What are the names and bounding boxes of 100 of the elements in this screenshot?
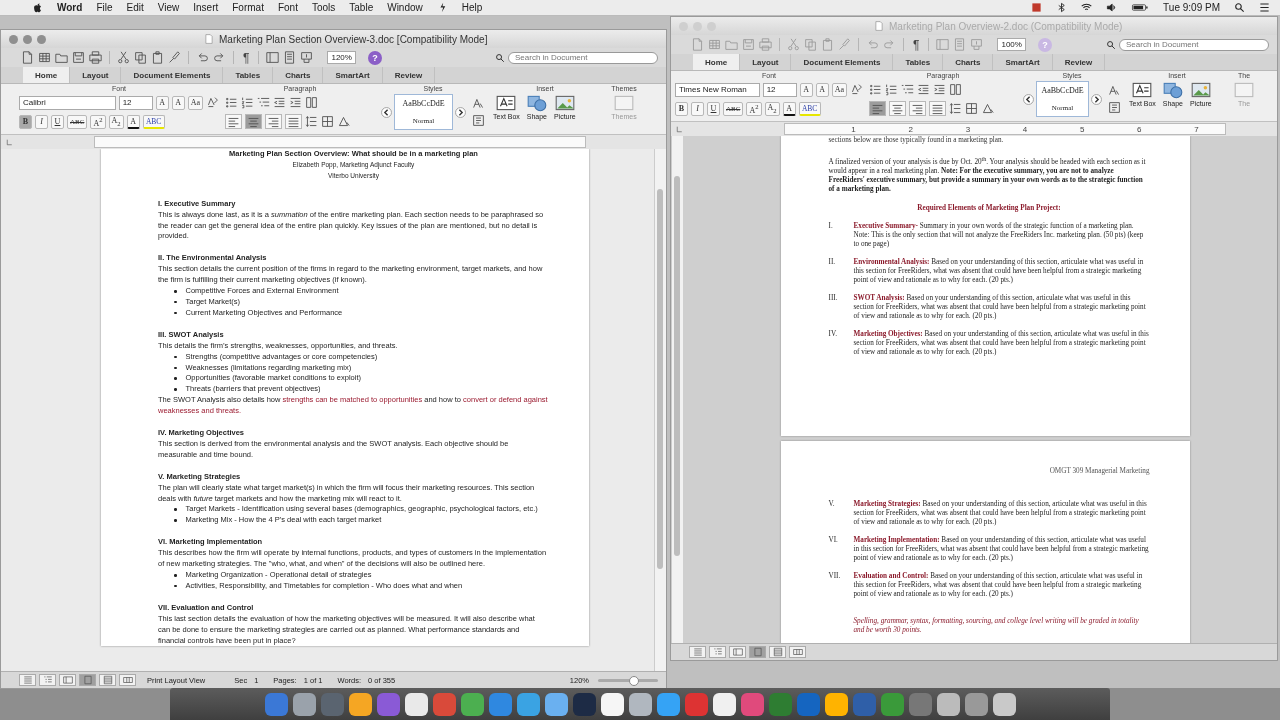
help-button[interactable]: ? bbox=[367, 50, 382, 65]
app-icon[interactable] bbox=[292, 692, 316, 716]
font-size-button[interactable]: A bbox=[155, 95, 169, 110]
volume-icon[interactable] bbox=[1106, 2, 1118, 13]
paste-icon[interactable] bbox=[151, 51, 164, 64]
page-icon[interactable] bbox=[283, 51, 297, 64]
menu-item[interactable]: Font bbox=[277, 2, 298, 13]
align-center-button[interactable] bbox=[245, 114, 262, 129]
format-button[interactable]: A bbox=[782, 101, 796, 116]
scroll-bar[interactable] bbox=[671, 136, 683, 643]
menu-item[interactable]: Window bbox=[387, 2, 423, 13]
styles-pane-icon[interactable] bbox=[472, 114, 485, 127]
font-size-button[interactable]: Aa bbox=[831, 82, 847, 97]
outline-list-icon[interactable] bbox=[257, 96, 270, 109]
outline-view-button[interactable] bbox=[39, 674, 56, 686]
zoom-field[interactable]: 120% bbox=[327, 51, 356, 64]
format-button[interactable]: A$^{2}$ bbox=[746, 101, 762, 116]
indent-increase-icon[interactable] bbox=[933, 83, 946, 96]
font-name-field[interactable]: Calibri bbox=[19, 95, 116, 110]
notebook-view-button[interactable] bbox=[769, 646, 786, 658]
font-name-field[interactable]: Times New Roman bbox=[675, 82, 760, 97]
wifi-icon[interactable] bbox=[1081, 2, 1093, 13]
menu-item[interactable]: Word bbox=[57, 2, 83, 13]
ribbon-tab[interactable]: Home bbox=[693, 54, 741, 70]
next-style-icon[interactable] bbox=[455, 106, 466, 118]
menu-item[interactable]: Tools bbox=[311, 2, 336, 13]
layout-view-button[interactable] bbox=[59, 674, 76, 686]
layout-view-button[interactable] bbox=[729, 646, 746, 658]
outline-view-button[interactable] bbox=[709, 646, 726, 658]
menu-item[interactable]: View bbox=[157, 2, 180, 13]
columns-icon[interactable] bbox=[949, 83, 962, 96]
app-icon[interactable] bbox=[936, 692, 960, 716]
sidebar-icon[interactable] bbox=[266, 51, 280, 64]
folder-icon[interactable] bbox=[55, 51, 68, 64]
ribbon-tab[interactable]: Tables bbox=[893, 54, 944, 70]
ribbon-tab[interactable]: Charts bbox=[943, 54, 994, 70]
format-button[interactable]: B bbox=[675, 101, 688, 116]
app-icon[interactable] bbox=[348, 692, 372, 716]
ribbon-tab[interactable]: Layout bbox=[740, 54, 792, 70]
search-field[interactable]: Search in Document bbox=[1119, 38, 1269, 51]
document-icon[interactable] bbox=[21, 51, 34, 64]
clear-format-icon[interactable] bbox=[850, 83, 863, 96]
line-spacing-icon[interactable] bbox=[305, 115, 318, 128]
menu-item[interactable]: Insert bbox=[193, 2, 219, 13]
font-size-button[interactable]: Aa bbox=[187, 95, 203, 110]
tab-selector-icon[interactable] bbox=[675, 124, 684, 134]
numbered-list-icon[interactable] bbox=[885, 83, 898, 96]
print-icon[interactable] bbox=[89, 51, 102, 64]
menu-item[interactable]: Table bbox=[349, 2, 374, 13]
copy-icon[interactable] bbox=[134, 51, 147, 64]
zoom-field[interactable]: 100% bbox=[997, 38, 1026, 51]
search-icon[interactable] bbox=[495, 52, 505, 63]
format-button[interactable]: A$_{2}$ bbox=[764, 101, 780, 116]
ribbon-tab[interactable]: SmartArt bbox=[323, 67, 383, 83]
save-icon[interactable] bbox=[72, 51, 85, 64]
format-button[interactable]: I bbox=[35, 114, 48, 129]
app-icon[interactable] bbox=[628, 692, 652, 716]
app-status-icon[interactable] bbox=[1031, 2, 1043, 13]
styles-pane-icon[interactable] bbox=[1108, 101, 1121, 114]
borders-icon[interactable] bbox=[965, 102, 978, 115]
indent-decrease-icon[interactable] bbox=[917, 83, 930, 96]
ribbon-tab[interactable]: Home bbox=[23, 67, 71, 83]
align-left-button[interactable] bbox=[869, 101, 886, 116]
align-justify-button[interactable] bbox=[929, 101, 946, 116]
list-icon[interactable] bbox=[1259, 2, 1270, 13]
text-styles-icon[interactable] bbox=[1108, 84, 1121, 97]
borders-icon[interactable] bbox=[321, 115, 334, 128]
indent-decrease-icon[interactable] bbox=[273, 96, 286, 109]
app-icon[interactable] bbox=[992, 692, 1016, 716]
focus-view-button[interactable] bbox=[119, 674, 136, 686]
bullet-list-icon[interactable] bbox=[225, 96, 238, 109]
app-icon[interactable] bbox=[824, 692, 848, 716]
align-center-button[interactable] bbox=[889, 101, 906, 116]
brush-icon[interactable] bbox=[168, 51, 181, 64]
text-styles-icon[interactable] bbox=[472, 97, 485, 110]
align-left-button[interactable] bbox=[225, 114, 242, 129]
align-justify-button[interactable] bbox=[285, 114, 302, 129]
app-icon[interactable] bbox=[656, 692, 680, 716]
undo-icon[interactable] bbox=[196, 51, 209, 64]
ribbon-tab[interactable]: Layout bbox=[70, 67, 122, 83]
font-size-button[interactable]: A bbox=[799, 82, 813, 97]
app-icon[interactable] bbox=[404, 692, 428, 716]
menu-item[interactable]: File bbox=[96, 2, 113, 13]
draft-view-button[interactable] bbox=[689, 646, 706, 658]
align-right-button[interactable] bbox=[265, 114, 282, 129]
search-icon[interactable] bbox=[1106, 39, 1116, 50]
format-button[interactable]: U bbox=[51, 114, 64, 129]
logo-icon[interactable] bbox=[32, 2, 43, 13]
format-button[interactable]: U bbox=[707, 101, 720, 116]
columns-icon[interactable] bbox=[305, 96, 318, 109]
ribbon-tab[interactable]: Document Elements bbox=[791, 54, 894, 70]
search-field[interactable]: Search in Document bbox=[508, 51, 658, 64]
app-icon[interactable] bbox=[712, 692, 736, 716]
clear-format-icon[interactable] bbox=[206, 96, 219, 109]
font-size-button[interactable]: A bbox=[171, 95, 185, 110]
menu-item[interactable]: Help bbox=[461, 2, 483, 13]
scissors-icon[interactable] bbox=[117, 51, 130, 64]
draft-view-button[interactable] bbox=[19, 674, 36, 686]
search-icon[interactable] bbox=[1234, 2, 1245, 13]
ribbon-tab[interactable]: Document Elements bbox=[121, 67, 224, 83]
